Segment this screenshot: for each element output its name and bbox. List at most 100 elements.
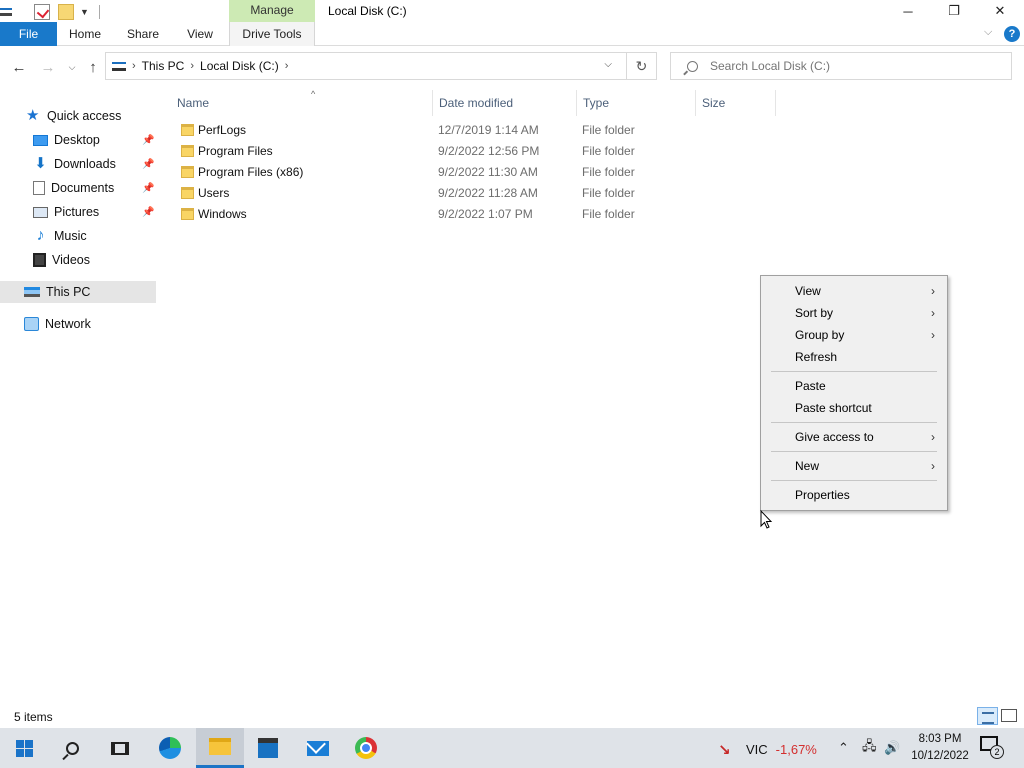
nav-item-documents[interactable]: Documents 📌: [0, 177, 156, 199]
clock-time: 8:03 PM: [918, 733, 962, 745]
forward-arrow-icon[interactable]: →: [37, 56, 59, 78]
new-folder-icon[interactable]: [58, 4, 74, 20]
menu-item-new[interactable]: New ›: [763, 455, 945, 477]
column-header-name[interactable]: Name ^: [171, 89, 433, 116]
submenu-arrow-icon: ›: [931, 459, 935, 473]
file-name: Users: [198, 186, 230, 200]
tab-drive-tools[interactable]: Drive Tools: [229, 22, 315, 46]
search-box[interactable]: [670, 52, 1012, 80]
stock-widget[interactable]: ↘ VIC -1,67%: [718, 738, 817, 760]
menu-item-paste-shortcut[interactable]: Paste shortcut: [763, 397, 945, 419]
breadcrumb-this-pc[interactable]: This PC: [142, 59, 185, 73]
pin-icon: 📌: [142, 158, 155, 170]
this-pc-icon: [24, 287, 40, 297]
tab-view[interactable]: View: [173, 22, 227, 46]
taskbar-mail[interactable]: [294, 728, 342, 768]
task-view-button[interactable]: [96, 728, 144, 768]
breadcrumb-chevron-icon[interactable]: ›: [132, 60, 136, 72]
menu-item-view[interactable]: View ›: [763, 280, 945, 302]
back-arrow-icon[interactable]: ←: [8, 56, 30, 78]
menu-item-sort-by[interactable]: Sort by ›: [763, 302, 945, 324]
menu-item-label: New: [795, 459, 820, 473]
nav-item-network[interactable]: Network: [0, 313, 156, 335]
music-icon: ♪: [36, 227, 45, 244]
column-header-type[interactable]: Type: [577, 90, 696, 116]
file-type: File folder: [582, 207, 635, 221]
file-row[interactable]: Windows 9/2/2022 1:07 PM File folder: [158, 204, 1024, 225]
taskbar-file-explorer[interactable]: [196, 728, 244, 768]
folder-icon: [181, 145, 194, 157]
customize-toolbar-dropdown-icon[interactable]: ▼: [80, 7, 89, 17]
menu-item-refresh[interactable]: Refresh: [763, 346, 945, 368]
nav-item-downloads[interactable]: ⬇ Downloads 📌: [0, 153, 156, 175]
column-header-date-modified[interactable]: Date modified: [433, 90, 577, 116]
folder-icon: [181, 166, 194, 178]
nav-item-label: Videos: [52, 253, 90, 267]
taskbar-store[interactable]: [244, 728, 292, 768]
file-type: File folder: [582, 165, 635, 179]
this-pc-icon: [112, 61, 126, 71]
nav-item-label: This PC: [46, 285, 91, 299]
properties-icon[interactable]: [34, 4, 50, 20]
address-bar[interactable]: › This PC › Local Disk (C:) › ⌵ ↻: [105, 52, 657, 80]
tab-home[interactable]: Home: [57, 22, 113, 46]
large-icons-view-icon[interactable]: [1001, 709, 1017, 722]
close-button[interactable]: ✕: [977, 0, 1023, 22]
taskbar-search-button[interactable]: [48, 728, 96, 768]
file-explorer-icon: [209, 738, 231, 755]
menu-item-paste[interactable]: Paste: [763, 375, 945, 397]
address-dropdown-icon[interactable]: ⌵: [604, 59, 612, 70]
clock[interactable]: 8:03 PM 10/12/2022: [906, 731, 974, 765]
column-header-size[interactable]: Size: [696, 90, 776, 116]
up-arrow-icon[interactable]: ↑: [82, 56, 104, 78]
help-icon[interactable]: ?: [1004, 26, 1020, 42]
file-date: 9/2/2022 11:28 AM: [438, 186, 538, 200]
status-bar: 5 items: [0, 704, 1024, 728]
menu-item-group-by[interactable]: Group by ›: [763, 324, 945, 346]
search-icon: [687, 60, 698, 72]
file-row[interactable]: PerfLogs 12/7/2019 1:14 AM File folder: [158, 120, 1024, 141]
expand-ribbon-icon[interactable]: ⌵: [984, 26, 992, 39]
notification-center-button[interactable]: 2: [980, 736, 1004, 759]
item-count: 5 items: [14, 710, 53, 724]
menu-item-label: View: [795, 284, 821, 298]
minimize-button[interactable]: ─: [885, 0, 931, 22]
nav-item-pictures[interactable]: Pictures 📌: [0, 201, 156, 223]
taskbar: ↘ VIC -1,67% ⌃ 🖧 🔊 8:03 PM 10/12/2022 2: [0, 728, 1024, 768]
nav-item-quick-access[interactable]: ★ Quick access: [0, 105, 156, 127]
start-button[interactable]: [0, 728, 48, 768]
notification-count: 2: [990, 745, 1004, 759]
network-status-icon[interactable]: 🖧: [862, 728, 877, 768]
menu-item-properties[interactable]: Properties: [763, 484, 945, 506]
breadcrumb-chevron-icon[interactable]: ›: [190, 60, 194, 72]
stock-down-icon: ↘: [718, 742, 731, 759]
nav-item-label: Pictures: [54, 205, 100, 219]
taskbar-edge[interactable]: [146, 728, 194, 768]
nav-item-music[interactable]: ♪ Music: [0, 225, 156, 247]
breadcrumb-local-disk[interactable]: Local Disk (C:): [200, 59, 279, 73]
volume-icon[interactable]: 🔊: [884, 728, 900, 768]
taskbar-chrome[interactable]: [342, 728, 390, 768]
submenu-arrow-icon: ›: [931, 284, 935, 298]
this-pc-icon[interactable]: [0, 8, 12, 16]
refresh-icon[interactable]: ↻: [626, 53, 656, 79]
chrome-icon: [355, 737, 377, 759]
menu-item-give-access-to[interactable]: Give access to ›: [763, 426, 945, 448]
nav-item-desktop[interactable]: Desktop 📌: [0, 129, 156, 151]
show-hidden-icons-icon[interactable]: ⌃: [838, 728, 849, 768]
folder-icon: [181, 208, 194, 220]
breadcrumb-chevron-icon[interactable]: ›: [285, 60, 289, 72]
nav-item-this-pc[interactable]: This PC: [0, 281, 156, 303]
nav-item-videos[interactable]: Videos: [0, 249, 156, 271]
file-row[interactable]: Users 9/2/2022 11:28 AM File folder: [158, 183, 1024, 204]
recent-locations-icon[interactable]: ⌵: [61, 56, 83, 78]
file-row[interactable]: Program Files 9/2/2022 12:56 PM File fol…: [158, 141, 1024, 162]
tab-share[interactable]: Share: [113, 22, 173, 46]
search-input[interactable]: [710, 59, 990, 73]
menu-separator: [771, 451, 937, 452]
tab-file[interactable]: File: [0, 22, 57, 46]
details-view-icon[interactable]: [977, 707, 998, 725]
navigation-bar: ← → ⌵ ↑ › This PC › Local Disk (C:) › ⌵ …: [0, 46, 1024, 88]
file-row[interactable]: Program Files (x86) 9/2/2022 11:30 AM Fi…: [158, 162, 1024, 183]
maximize-button[interactable]: ❐: [931, 0, 977, 22]
